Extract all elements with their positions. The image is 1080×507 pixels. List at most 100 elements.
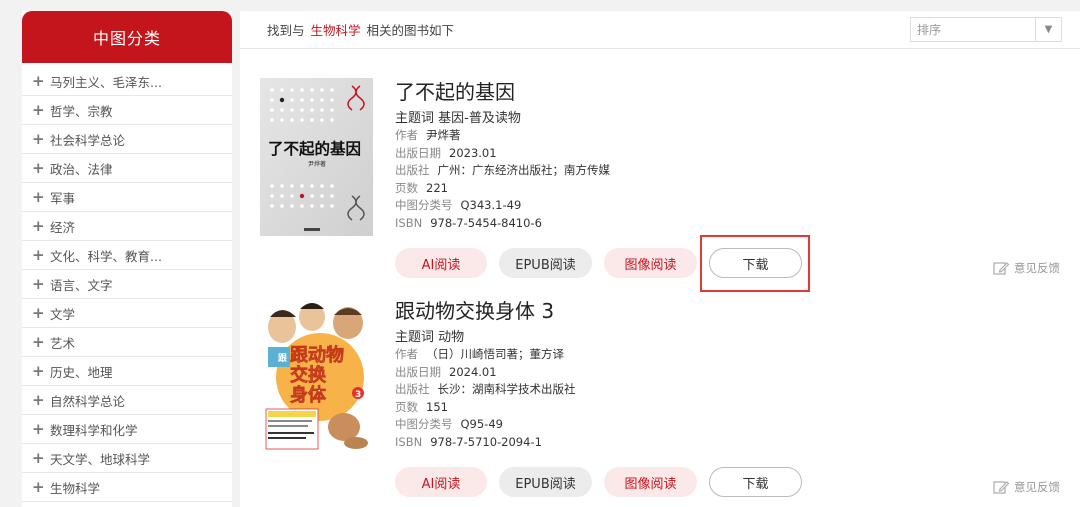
isbn-value: 978-7-5710-2094-1	[430, 434, 542, 449]
category-item[interactable]: + 艺术	[22, 328, 232, 357]
pages-row: 页数 221	[395, 180, 610, 198]
sort-placeholder: 排序	[917, 23, 942, 37]
category-item[interactable]: + 生物科学	[22, 473, 232, 502]
book-info: 了不起的基因 主题词 基因-普及读物 作者 尹烨著 出版日期 2023.01 出版社…	[395, 78, 610, 232]
category-label: 马列主义、毛泽东...	[50, 74, 162, 90]
clc-label: 中图分类号	[395, 417, 453, 431]
date-row: 出版日期 2024.01	[395, 364, 576, 382]
subject-value: 基因-普及读物	[438, 111, 521, 126]
category-item[interactable]: + 马列主义、毛泽东...	[22, 67, 232, 96]
expand-plus-icon[interactable]: +	[32, 131, 50, 147]
results-prefix: 找到与	[267, 23, 305, 38]
subject-label: 主题词	[395, 330, 435, 345]
book-subject: 主题词 动物	[395, 326, 576, 346]
book-item: 了不起的基因 尹烨著 了不起的基因 主题词 基因-普及读物 作者 尹烨著 出版日期…	[240, 78, 1080, 293]
expand-plus-icon[interactable]: +	[32, 334, 50, 350]
expand-plus-icon[interactable]: +	[32, 479, 50, 495]
feedback-label: 意见反馈	[1014, 480, 1060, 494]
category-item[interactable]: + 历史、地理	[22, 357, 232, 386]
category-list: + 马列主义、毛泽东... + 哲学、宗教 + 社会科学总论 + 政治、法律 + 军事 +…	[22, 63, 232, 502]
author-value: （日）川崎悟司著；董方译	[426, 347, 564, 361]
expand-plus-icon[interactable]: +	[32, 363, 50, 379]
svg-text:尹烨著: 尹烨著	[308, 160, 326, 168]
expand-plus-icon[interactable]: +	[32, 102, 50, 118]
cover-title-line-3: 身体	[290, 384, 327, 406]
expand-plus-icon[interactable]: +	[32, 392, 50, 408]
publisher-label: 出版社	[395, 382, 430, 396]
epub-read-button[interactable]: EPUB阅读	[499, 248, 592, 278]
category-label: 自然科学总论	[50, 393, 126, 409]
expand-plus-icon[interactable]: +	[32, 218, 50, 234]
sidebar-title: 中图分类	[22, 11, 232, 63]
category-item[interactable]: + 经济	[22, 212, 232, 241]
expand-plus-icon[interactable]: +	[32, 450, 50, 466]
results-header: 找到与 生物科学 相关的图书如下 排序 ▼	[240, 11, 1080, 49]
category-item[interactable]: + 政治、法律	[22, 154, 232, 183]
category-item[interactable]: + 语言、文字	[22, 270, 232, 299]
category-sidebar: 中图分类 + 马列主义、毛泽东... + 哲学、宗教 + 社会科学总论 + 政治、法律 …	[22, 11, 232, 507]
feedback-label: 意见反馈	[1014, 261, 1060, 275]
feedback-link[interactable]: 意见反馈	[993, 479, 1060, 495]
category-label: 天文学、地球科学	[50, 451, 151, 467]
expand-plus-icon[interactable]: +	[32, 421, 50, 437]
isbn-row: ISBN 978-7-5710-2094-1	[395, 434, 576, 452]
book-cover[interactable]: 了不起的基因 尹烨著	[260, 78, 373, 236]
cover-title: 了不起的基因	[268, 139, 361, 158]
subject-label: 主题词	[395, 111, 435, 126]
book-title[interactable]: 跟动物交换身体 3	[395, 297, 576, 325]
ai-read-button[interactable]: AI阅读	[395, 248, 487, 278]
pages-value: 221	[426, 180, 448, 195]
date-value: 2024.01	[449, 364, 497, 379]
category-item[interactable]: + 数理科学和化学	[22, 415, 232, 444]
pages-value: 151	[426, 399, 448, 414]
publisher-value: 长沙：湖南科学技术出版社	[437, 382, 576, 396]
book-cover[interactable]: 跟 跟动物 交换 身体 3	[260, 297, 373, 455]
clc-row: 中图分类号 Q343.1-49	[395, 197, 610, 215]
clc-value: Q343.1-49	[460, 198, 522, 212]
download-highlight-box	[700, 235, 810, 292]
category-label: 语言、文字	[50, 277, 113, 293]
date-label: 出版日期	[395, 145, 441, 160]
page: 中图分类 + 马列主义、毛泽东... + 哲学、宗教 + 社会科学总论 + 政治、法律 …	[0, 0, 1080, 507]
expand-plus-icon[interactable]: +	[32, 276, 50, 292]
cover-author-suffix: 著	[320, 160, 326, 168]
results-panel: 找到与 生物科学 相关的图书如下 排序 ▼ 了不起的基因 尹烨著 了不起的基因 …	[240, 11, 1080, 507]
subject-value: 动物	[438, 330, 465, 345]
category-label: 政治、法律	[50, 161, 113, 177]
date-label: 出版日期	[395, 364, 441, 379]
action-buttons: AI阅读 EPUB阅读 图像阅读 下载	[395, 467, 802, 497]
epub-read-button[interactable]: EPUB阅读	[499, 467, 592, 497]
edit-icon	[993, 262, 1009, 275]
image-read-button[interactable]: 图像阅读	[604, 248, 697, 278]
expand-plus-icon[interactable]: +	[32, 73, 50, 89]
category-item[interactable]: + 社会科学总论	[22, 125, 232, 154]
expand-plus-icon[interactable]: +	[32, 160, 50, 176]
category-label: 社会科学总论	[50, 132, 126, 148]
category-item[interactable]: + 自然科学总论	[22, 386, 232, 415]
expand-plus-icon[interactable]: +	[32, 247, 50, 263]
ai-read-button[interactable]: AI阅读	[395, 467, 487, 497]
category-item[interactable]: + 文化、科学、教育...	[22, 241, 232, 270]
date-value: 2023.01	[449, 145, 497, 160]
feedback-link[interactable]: 意见反馈	[993, 260, 1060, 276]
pages-row: 页数 151	[395, 399, 576, 417]
download-button[interactable]: 下载	[709, 467, 802, 497]
cover-author: 尹烨	[308, 160, 320, 168]
chevron-down-icon[interactable]: ▼	[1035, 18, 1061, 41]
category-item[interactable]: + 军事	[22, 183, 232, 212]
book-item: 跟 跟动物 交换 身体 3 跟动物交换身体 3 主题词 动物 作者 （日）川崎悟司…	[240, 297, 1080, 507]
category-item[interactable]: + 天文学、地球科学	[22, 444, 232, 473]
book-title[interactable]: 了不起的基因	[395, 78, 610, 106]
category-label: 军事	[50, 190, 76, 206]
isbn-label: ISBN	[395, 434, 423, 449]
category-item[interactable]: + 哲学、宗教	[22, 96, 232, 125]
author-label: 作者	[395, 347, 418, 361]
expand-plus-icon[interactable]: +	[32, 189, 50, 205]
expand-plus-icon[interactable]: +	[32, 305, 50, 321]
publisher-value: 广州：广东经济出版社；南方传媒	[437, 163, 611, 177]
pages-label: 页数	[395, 399, 418, 414]
category-item[interactable]: + 文学	[22, 299, 232, 328]
category-label: 数理科学和化学	[50, 422, 138, 438]
sort-select[interactable]: 排序 ▼	[910, 17, 1062, 42]
image-read-button[interactable]: 图像阅读	[604, 467, 697, 497]
